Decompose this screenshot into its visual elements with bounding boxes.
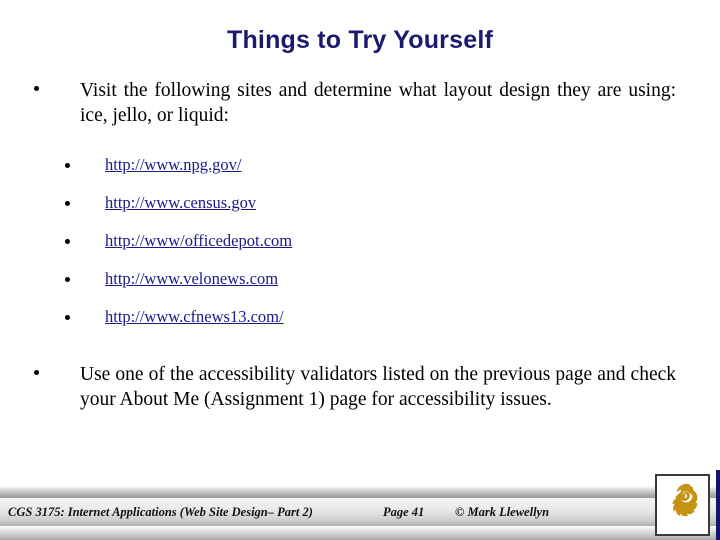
bullet-text: Use one of the accessibility validators … (80, 364, 676, 410)
list-item[interactable]: http://www/officedepot.com (0, 226, 720, 264)
bullet-dot-icon (34, 86, 39, 91)
link-velonews-com[interactable]: http://www.velonews.com (105, 269, 278, 288)
bullet-dot-icon (65, 277, 70, 282)
slide-content: Visit the following sites and determine … (0, 78, 720, 412)
link-cfnews13-com[interactable]: http://www.cfnews13.com/ (105, 307, 284, 326)
bullet-dot-icon (34, 370, 39, 375)
link-list: http://www.npg.gov/ http://www.census.go… (0, 150, 720, 340)
slide: Things to Try Yourself Visit the followi… (0, 0, 720, 540)
list-item[interactable]: http://www.cfnews13.com/ (0, 302, 720, 340)
footer-band-bottom (0, 526, 720, 540)
bullet-dot-icon (65, 315, 70, 320)
list-item[interactable]: http://www.census.gov (0, 188, 720, 226)
footer-band-top (0, 486, 720, 498)
list-item[interactable]: http://www.velonews.com (0, 264, 720, 302)
footer-page-number: Page 41 (383, 505, 425, 519)
footer-copyright: © Mark Llewellyn (455, 505, 550, 519)
page-title: Things to Try Yourself (226, 26, 493, 54)
bullet-dot-icon (65, 163, 70, 168)
bullet-item-primary: Visit the following sites and determine … (0, 78, 720, 128)
link-officedepot-com[interactable]: http://www/officedepot.com (105, 231, 292, 250)
bullet-dot-icon (65, 239, 70, 244)
link-npg-gov[interactable]: http://www.npg.gov/ (105, 155, 241, 174)
footer-course-label: CGS 3175: Internet Applications (Web Sit… (8, 505, 313, 519)
slide-footer: CGS 3175: Internet Applications (Web Sit… (0, 486, 720, 540)
bullet-text: Visit the following sites and determine … (80, 80, 676, 126)
link-census-gov[interactable]: http://www.census.gov (105, 193, 256, 212)
bullet-item-primary: Use one of the accessibility validators … (0, 362, 720, 412)
bullet-dot-icon (65, 201, 70, 206)
logo-container (655, 474, 710, 536)
right-edge-accent (716, 470, 720, 540)
list-item[interactable]: http://www.npg.gov/ (0, 150, 720, 188)
ucf-pegasus-logo-icon (672, 483, 698, 517)
